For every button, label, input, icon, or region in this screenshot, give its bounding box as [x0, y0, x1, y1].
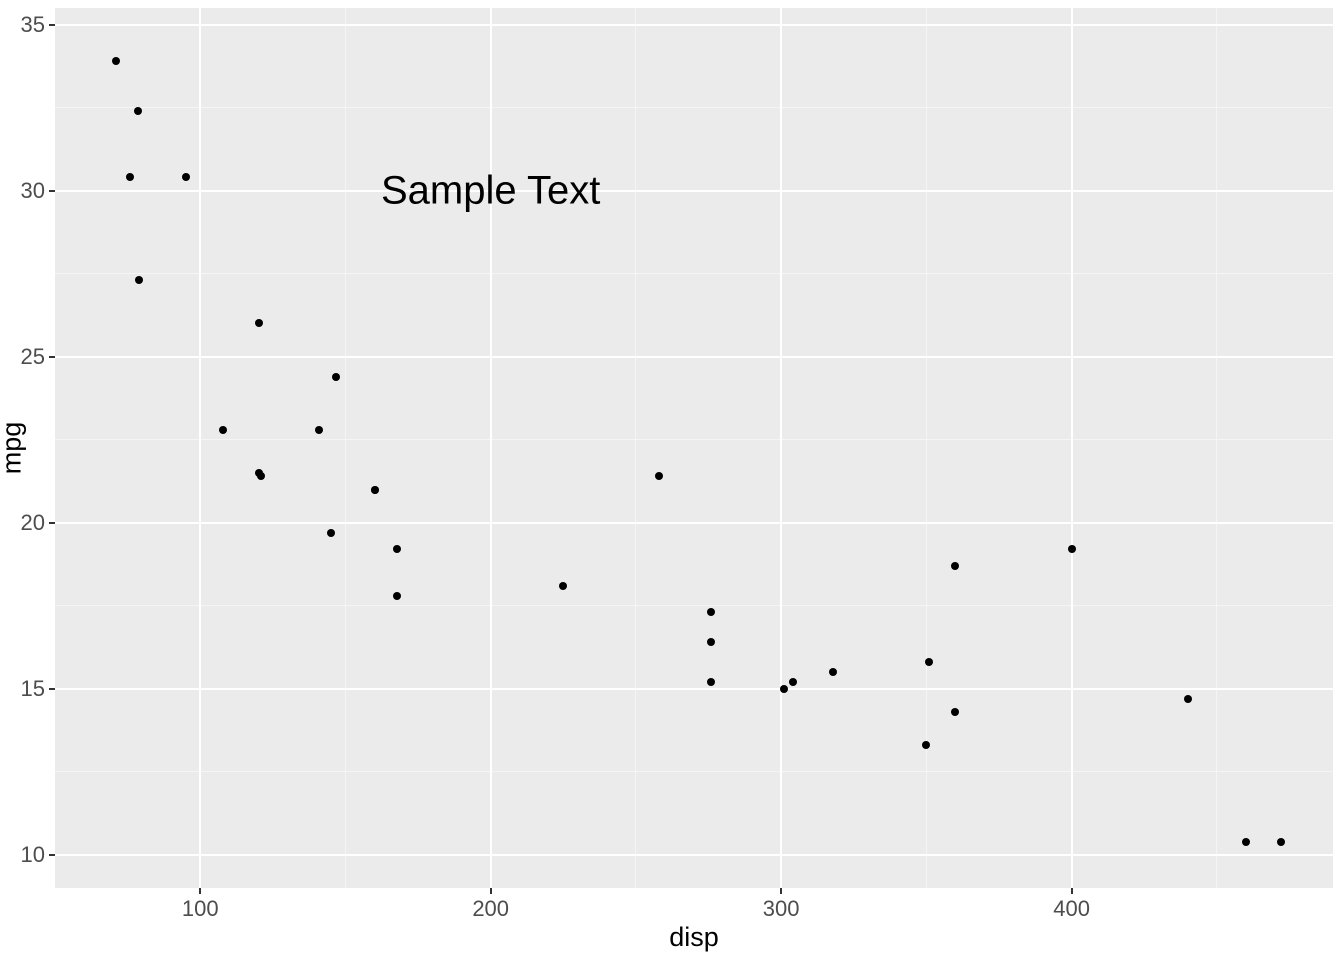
data-point: [707, 638, 715, 646]
tick-label-y: 35: [17, 12, 45, 38]
data-point: [219, 426, 227, 434]
data-point: [655, 472, 663, 480]
data-point: [780, 685, 788, 693]
tick-mark-y: [49, 854, 55, 856]
data-point: [1184, 695, 1192, 703]
data-point: [707, 608, 715, 616]
data-point: [1242, 838, 1250, 846]
tick-label-y: 15: [17, 676, 45, 702]
y-axis-title: mpg: [0, 422, 28, 475]
data-point: [182, 173, 190, 181]
tick-mark-y: [49, 522, 55, 524]
gridline-x-major: [1071, 8, 1073, 888]
data-point: [332, 373, 340, 381]
scatter-chart: 100 200 300 400 10 15 20 25 30 35 Sample Text disp m…: [0, 0, 1344, 960]
data-point: [951, 562, 959, 570]
data-point: [135, 276, 143, 284]
plot-panel: [55, 8, 1333, 888]
gridline-y-minor: [55, 439, 1333, 440]
data-point: [134, 107, 142, 115]
tick-mark-y: [49, 24, 55, 26]
gridline-x-major: [780, 8, 782, 888]
data-point: [1068, 545, 1076, 553]
x-axis-title: disp: [669, 922, 719, 953]
annotation-text: Sample Text: [381, 168, 600, 213]
data-point: [393, 545, 401, 553]
gridline-x-major: [490, 8, 492, 888]
data-point: [315, 426, 323, 434]
tick-label-y: 10: [17, 842, 45, 868]
data-point: [126, 173, 134, 181]
tick-label-y: 20: [17, 510, 45, 536]
tick-mark-x: [780, 888, 782, 894]
gridline-x-minor: [1216, 8, 1217, 888]
gridline-x-major: [199, 8, 201, 888]
data-point: [559, 582, 567, 590]
gridline-y-minor: [55, 273, 1333, 274]
tick-mark-x: [199, 888, 201, 894]
gridline-y-major: [55, 24, 1333, 26]
gridline-y-major: [55, 356, 1333, 358]
gridline-y-major: [55, 522, 1333, 524]
data-point: [327, 529, 335, 537]
gridline-x-minor: [345, 8, 346, 888]
data-point: [393, 592, 401, 600]
gridline-y-minor: [55, 107, 1333, 108]
data-point: [1277, 838, 1285, 846]
data-point: [951, 708, 959, 716]
tick-label-x: 100: [182, 896, 219, 922]
tick-mark-y: [49, 688, 55, 690]
tick-mark-y: [49, 190, 55, 192]
gridline-y-major: [55, 688, 1333, 690]
tick-label-x: 400: [1053, 896, 1090, 922]
tick-label-x: 200: [472, 896, 509, 922]
gridline-y-major: [55, 190, 1333, 192]
gridline-y-minor: [55, 771, 1333, 772]
gridline-y-major: [55, 854, 1333, 856]
tick-label-x: 300: [763, 896, 800, 922]
gridline-x-minor: [635, 8, 636, 888]
tick-mark-x: [1071, 888, 1073, 894]
data-point: [829, 668, 837, 676]
data-point: [112, 57, 120, 65]
data-point: [257, 472, 265, 480]
data-point: [925, 658, 933, 666]
data-point: [707, 678, 715, 686]
gridline-y-minor: [55, 605, 1333, 606]
tick-mark-y: [49, 356, 55, 358]
data-point: [255, 319, 263, 327]
tick-mark-x: [490, 888, 492, 894]
data-point: [371, 486, 379, 494]
gridline-x-minor: [926, 8, 927, 888]
data-point: [789, 678, 797, 686]
data-point: [922, 741, 930, 749]
tick-label-y: 30: [17, 178, 45, 204]
tick-label-y: 25: [17, 344, 45, 370]
